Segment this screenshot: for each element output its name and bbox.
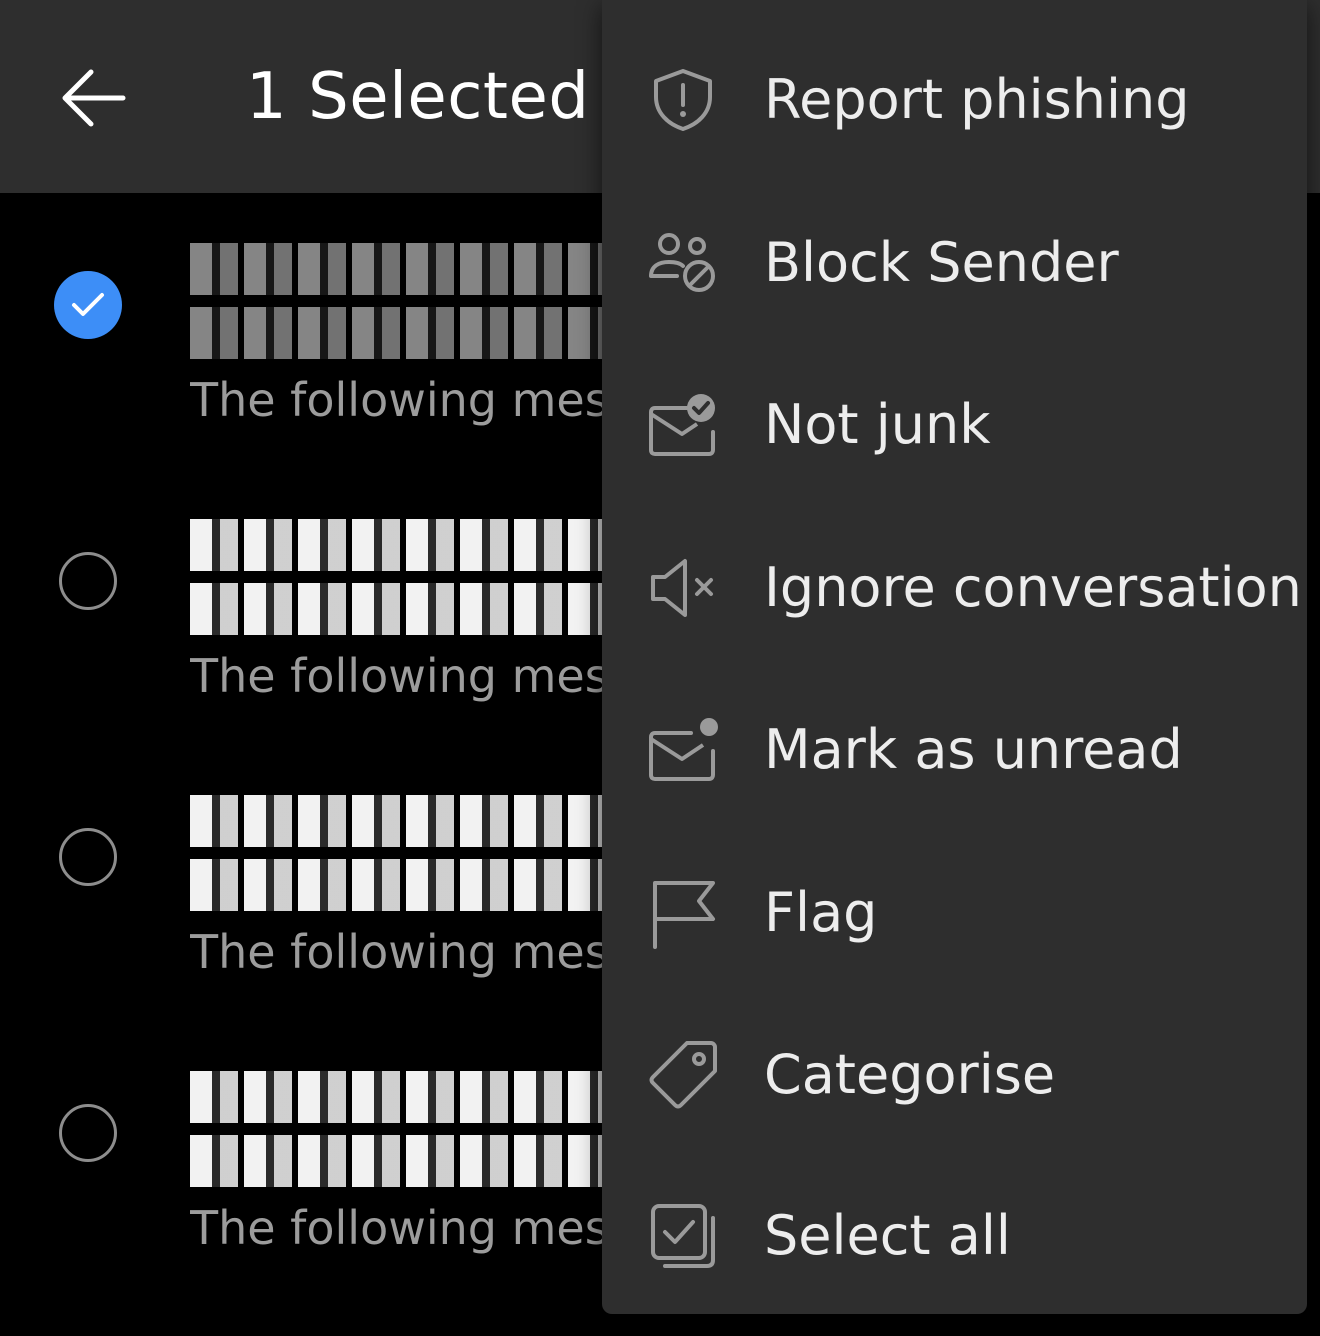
message-preview: The following mess — [190, 925, 602, 979]
menu-item-report-phishing[interactable]: Report phishing — [602, 18, 1307, 181]
selection-count-title: 1 Selected — [246, 60, 590, 134]
mute-speaker-icon — [646, 551, 720, 625]
menu-item-label: Categorise — [764, 1043, 1056, 1106]
menu-item-select-all[interactable]: Select all — [602, 1154, 1307, 1317]
arrow-left-icon — [62, 69, 126, 127]
message-preview: The following mess — [190, 373, 602, 427]
menu-item-label: Select all — [764, 1204, 1011, 1267]
redacted-sender-name — [190, 1071, 602, 1123]
overflow-menu: Report phishing Block Sender Not junk Ig… — [602, 0, 1307, 1314]
block-user-icon — [646, 226, 720, 300]
back-button[interactable] — [50, 58, 138, 138]
redacted-sender-address — [190, 859, 602, 911]
unselected-checkbox[interactable] — [59, 552, 117, 610]
message-preview: The following mess — [190, 649, 602, 703]
unselected-checkbox[interactable] — [59, 828, 117, 886]
tag-icon — [646, 1038, 720, 1112]
menu-item-categorise[interactable]: Categorise — [602, 993, 1307, 1156]
redacted-sender-name — [190, 795, 602, 847]
flag-icon — [646, 876, 720, 950]
menu-item-label: Ignore conversation — [764, 556, 1302, 619]
menu-item-label: Flag — [764, 881, 878, 944]
menu-item-label: Mark as unread — [764, 718, 1183, 781]
unselected-checkbox[interactable] — [59, 1104, 117, 1162]
shield-alert-icon — [646, 63, 720, 137]
menu-item-ignore-conversation[interactable]: Ignore conversation — [602, 506, 1307, 669]
mail-check-icon — [646, 388, 720, 462]
menu-item-label: Report phishing — [764, 68, 1190, 131]
message-preview: The following mess — [190, 1201, 602, 1255]
menu-item-label: Not junk — [764, 393, 991, 456]
redacted-sender-address — [190, 583, 602, 635]
checkmark-icon — [72, 293, 104, 316]
redacted-sender-address — [190, 307, 602, 359]
menu-item-not-junk[interactable]: Not junk — [602, 343, 1307, 506]
select-all-icon — [646, 1199, 720, 1273]
mail-unread-icon — [646, 713, 720, 787]
menu-item-flag[interactable]: Flag — [602, 831, 1307, 994]
selected-checkbox[interactable] — [54, 271, 122, 339]
redacted-sender-name — [190, 519, 602, 571]
menu-item-block-sender[interactable]: Block Sender — [602, 181, 1307, 344]
menu-item-label: Block Sender — [764, 231, 1119, 294]
redacted-sender-name — [190, 243, 602, 295]
mail-app-screen: 1 Selected The following mess The follow… — [0, 0, 1320, 1336]
menu-item-mark-as-unread[interactable]: Mark as unread — [602, 668, 1307, 831]
redacted-sender-address — [190, 1135, 602, 1187]
